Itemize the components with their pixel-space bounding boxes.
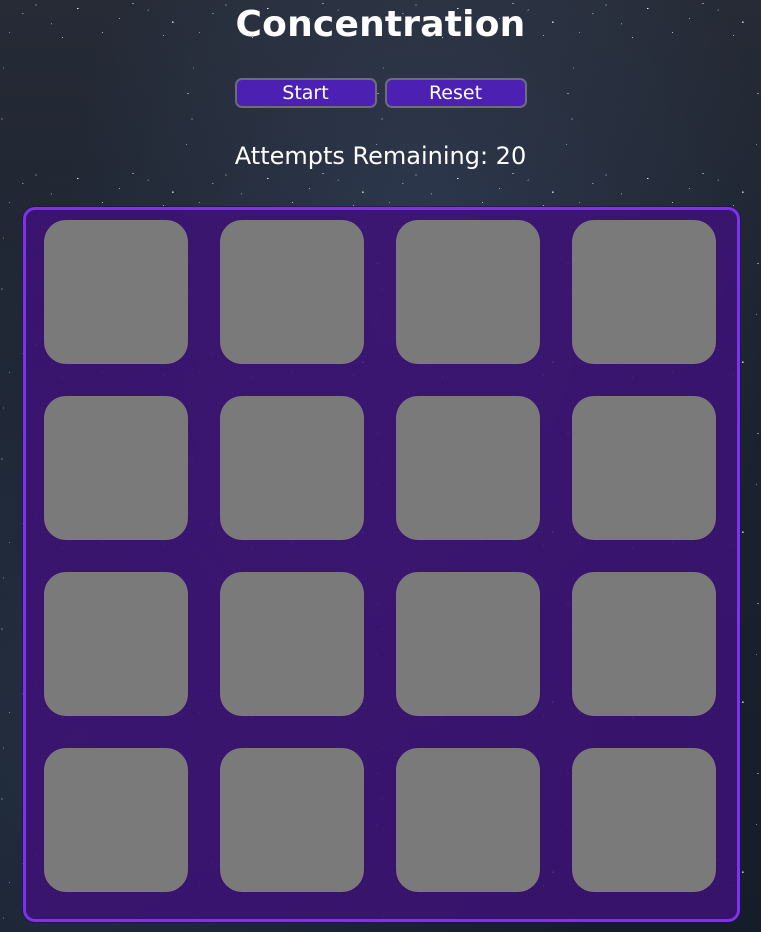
card[interactable] xyxy=(396,748,540,892)
card[interactable] xyxy=(44,748,188,892)
card-grid xyxy=(44,220,716,892)
card[interactable] xyxy=(396,220,540,364)
game-controls: Start Reset xyxy=(0,78,761,108)
card[interactable] xyxy=(220,220,364,364)
card[interactable] xyxy=(572,748,716,892)
attempts-remaining: Attempts Remaining: 20 xyxy=(234,142,527,170)
card[interactable] xyxy=(396,396,540,540)
card[interactable] xyxy=(220,572,364,716)
reset-button[interactable]: Reset xyxy=(384,78,527,108)
card[interactable] xyxy=(220,396,364,540)
card[interactable] xyxy=(220,748,364,892)
card[interactable] xyxy=(572,396,716,540)
card[interactable] xyxy=(44,220,188,364)
card[interactable] xyxy=(572,220,716,364)
card[interactable] xyxy=(572,572,716,716)
card[interactable] xyxy=(44,396,188,540)
game-board xyxy=(23,207,740,922)
card[interactable] xyxy=(396,572,540,716)
start-button[interactable]: Start xyxy=(234,78,377,108)
card[interactable] xyxy=(44,572,188,716)
game-title: Concentration xyxy=(235,4,526,45)
